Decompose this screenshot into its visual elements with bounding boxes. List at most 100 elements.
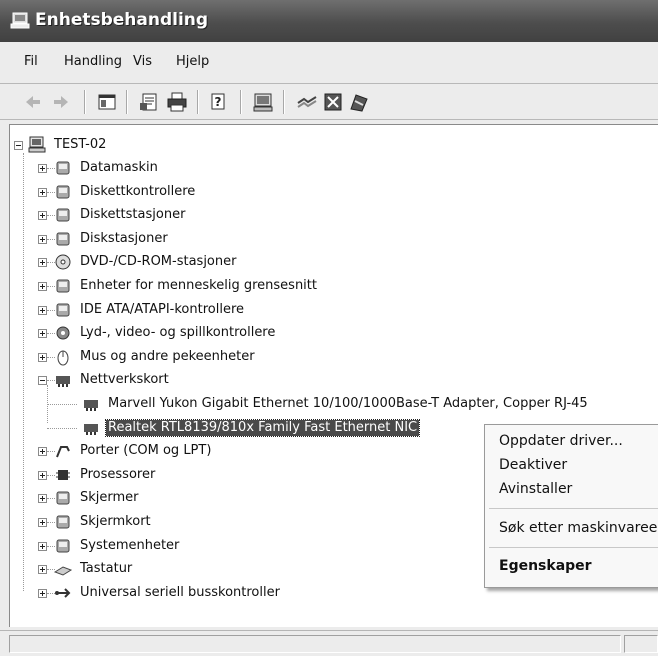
console-tree-icon[interactable] — [96, 91, 118, 113]
display-adapter-icon — [56, 515, 70, 529]
tree-category-label: Datamaskin — [80, 160, 158, 175]
floppy-drive-icon — [56, 208, 70, 222]
collapse-toggle[interactable] — [38, 376, 47, 386]
toolbar-separator-line — [0, 119, 658, 120]
tree-category-label: Porter (COM og LPT) — [80, 443, 212, 459]
expand-toggle[interactable] — [38, 329, 47, 339]
expand-toggle[interactable] — [38, 187, 47, 197]
usb-icon — [55, 588, 71, 598]
tree-category-label: DVD-/CD-ROM-stasjoner — [80, 254, 237, 270]
tree-line — [47, 385, 48, 423]
expand-toggle[interactable] — [38, 588, 47, 598]
tree-category-label: Diskettstasjoner — [80, 207, 186, 223]
window-title: Enhetsbehandling — [35, 10, 209, 30]
forward-icon[interactable] — [50, 91, 72, 113]
network-adapter-icon — [56, 376, 70, 388]
sound-icon — [56, 326, 70, 340]
toolbar-separator — [126, 90, 128, 114]
menu-action[interactable]: Handling — [64, 54, 122, 69]
context-menu: Oppdater driver... Deaktiver Avinstaller… — [484, 424, 658, 588]
toolbar: ? — [0, 88, 658, 118]
tree-category-label: Systemenheter — [80, 537, 180, 553]
computer-icon — [56, 161, 70, 175]
keyboard-icon — [54, 566, 72, 576]
menu-separator — [489, 508, 658, 509]
status-pane — [9, 635, 621, 653]
port-icon — [56, 446, 70, 458]
toolbar-separator — [283, 90, 285, 114]
menu-properties[interactable]: Egenskaper — [499, 558, 592, 574]
tree-line — [47, 404, 77, 405]
expand-toggle[interactable] — [38, 234, 47, 244]
dvd-drive-icon — [55, 254, 71, 270]
network-adapter-icon — [84, 423, 98, 435]
expand-toggle[interactable] — [38, 565, 47, 575]
expand-toggle[interactable] — [38, 211, 47, 221]
menu-view[interactable]: Vis — [133, 54, 152, 69]
menu-disable[interactable]: Deaktiver — [499, 457, 567, 473]
tree-category-label: Lyd-, video- og spillkontrollere — [80, 325, 276, 341]
menu-separator — [0, 83, 658, 84]
expand-toggle[interactable] — [38, 352, 47, 362]
expand-toggle[interactable] — [38, 470, 47, 480]
expand-toggle[interactable] — [38, 305, 47, 315]
tree-category-label: Tastatur — [80, 561, 133, 577]
tree-category-label: Prosessorer — [80, 466, 156, 482]
tree-device-label: Marvell Yukon Gigabit Ethernet 10/100/10… — [108, 396, 588, 411]
tree-line — [23, 153, 24, 591]
system-device-icon — [56, 539, 70, 553]
status-bar — [0, 630, 658, 656]
scan-hardware-icon[interactable] — [252, 91, 274, 113]
menu-uninstall[interactable]: Avinstaller — [499, 481, 572, 497]
disk-drive-icon — [56, 232, 70, 246]
menu-scan-hardware[interactable]: Søk etter maskinvareendringer — [499, 520, 658, 536]
tree-category-label: Mus og andre pekeenheter — [80, 348, 255, 364]
menu-file[interactable]: Fil — [24, 54, 38, 69]
disable-icon[interactable] — [322, 91, 344, 113]
expand-toggle[interactable] — [38, 541, 47, 551]
expand-toggle[interactable] — [38, 494, 47, 504]
monitor-icon — [56, 491, 70, 505]
expand-toggle[interactable] — [38, 447, 47, 457]
toolbar-separator — [84, 90, 86, 114]
mouse-icon — [57, 350, 69, 366]
floppy-controller-icon — [56, 185, 70, 199]
tree-device-label: Realtek RTL8139/810x Family Fast Etherne… — [104, 418, 421, 437]
help-icon[interactable]: ? — [208, 91, 230, 113]
ide-controller-icon — [56, 303, 70, 317]
status-pane — [624, 635, 658, 653]
menu-update-driver[interactable]: Oppdater driver... — [499, 433, 623, 449]
tree-category-label: Diskettkontrollere — [80, 183, 196, 199]
tree-category-label: Skjermkort — [80, 514, 151, 529]
properties-icon[interactable] — [138, 91, 160, 113]
title-bar[interactable]: Enhetsbehandling — [0, 0, 658, 42]
expand-toggle[interactable] — [38, 282, 47, 291]
computer-icon — [28, 136, 46, 153]
print-icon[interactable] — [166, 91, 188, 113]
toolbar-separator — [240, 90, 242, 114]
processor-icon — [56, 469, 70, 480]
menu-separator — [489, 547, 658, 548]
tree-category-label: Skjermer — [80, 490, 139, 506]
tree-category-label: Nettverkskort — [80, 372, 169, 388]
back-icon[interactable] — [22, 91, 44, 113]
menu-help[interactable]: Hjelp — [176, 54, 209, 69]
hid-icon — [56, 279, 70, 293]
collapse-toggle[interactable] — [14, 141, 23, 150]
expand-toggle[interactable] — [38, 258, 47, 268]
network-adapter-icon — [84, 400, 98, 411]
uninstall-icon[interactable] — [348, 91, 370, 113]
tree-category-label: Diskstasjoner — [80, 230, 168, 246]
toolbar-separator — [197, 90, 199, 114]
svg-text:?: ? — [215, 95, 222, 109]
expand-toggle[interactable] — [38, 518, 47, 527]
expand-toggle[interactable] — [38, 164, 47, 173]
tree-category-label: Universal seriell busskontroller — [80, 584, 280, 600]
tree-category-label: Enheter for menneskelig grensesnitt — [80, 278, 317, 293]
tree-root-label: TEST-02 — [54, 137, 107, 152]
device-manager-window: Enhetsbehandling Fil Handling Vis Hjelp — [0, 0, 658, 656]
update-driver-icon[interactable] — [296, 91, 318, 113]
computer-icon — [10, 12, 30, 29]
tree-category-label: IDE ATA/ATAPI-kontrollere — [80, 301, 244, 317]
tree-line — [47, 427, 77, 429]
